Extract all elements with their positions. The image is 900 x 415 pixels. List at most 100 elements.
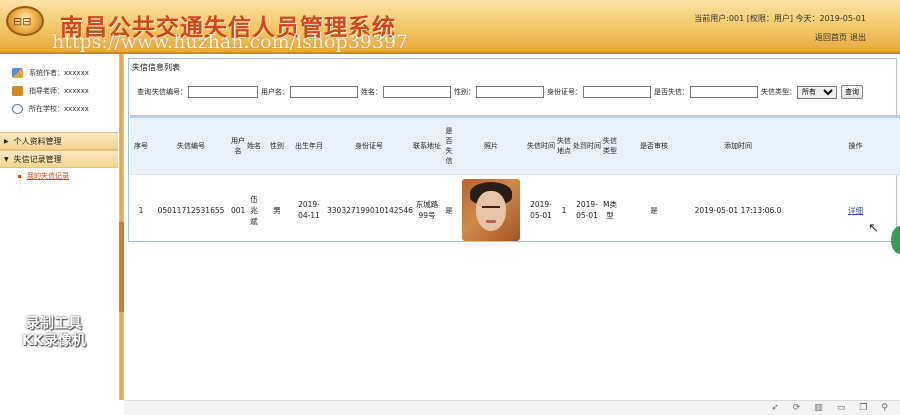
mouse-cursor-icon: ↖ [868,221,879,236]
logo-icon [6,6,44,36]
col-action: 操作 [786,115,900,175]
col-code: 失信编号 [152,115,230,175]
recorder-badge: 录制工具 KK录像机 [22,316,86,350]
author-text: 系统作者：xxxxxx [29,69,89,77]
photo-mouth [486,220,496,223]
code-input[interactable] [188,86,258,98]
home-link[interactable]: 返回首页 [815,33,847,42]
photo-eyes [482,206,500,211]
label-username: 用户名： [261,88,289,96]
cell-dishonest-place: 1 [556,174,572,245]
person-photo [462,179,520,241]
menu-records[interactable]: ▼ 失信记录管理 [0,150,118,168]
col-address: 联系地址 [412,115,442,175]
label-gender: 性别： [454,88,475,96]
col-birth: 出生年月 [292,115,326,175]
label-code: 失信编号： [152,88,187,96]
header: 南昌公共交通失信人员管理系统 https://www.huzhan.com/is… [0,0,900,54]
search-icon[interactable]: ⚲ [881,403,888,413]
panel-title: 失信信息列表 [132,63,180,72]
cell-reviewed: 是 [618,174,690,245]
label-idcard: 身份证号： [547,88,582,96]
gender-input[interactable] [476,86,544,98]
search-button[interactable]: 查询 [841,85,863,99]
col-dishonest-time: 失信时间 [526,115,556,175]
col-idcard: 身份证号 [326,115,412,175]
name-input[interactable] [383,86,451,98]
menu-records-label: 失信记录管理 [13,154,62,164]
triangle-right-icon: ▶ [4,137,9,145]
main-content: 失信信息列表 查询 失信编号： 用户名： 姓名： 性别： 身份证号： 是否失信：… [128,58,900,398]
col-penalty-time: 处罚时间 [572,115,602,175]
label-type: 失信类型： [761,88,796,96]
triangle-down-icon: ▼ [4,155,9,163]
bottom-toolbar: ➶ ⟳ ▥ ▭ ❐ ⚲ [124,400,900,415]
col-reviewed: 是否审核 [618,115,690,175]
cell-added-time: 2019-05-01 17:13:06.0 [690,174,786,245]
menu-profile[interactable]: ▶ 个人资料管理 [0,132,118,150]
table-header-row: 序号 失信编号 用户名 姓名 性别 出生年月 身份证号 联系地址 是否失信 照片… [130,115,900,175]
menu-my-records[interactable]: 我的失信记录 [0,168,118,184]
refresh-icon[interactable]: ⟳ [793,403,801,413]
user-info: 当前用户:001 [权限：用户] 今天：2019-05-01 [694,14,866,23]
menu-profile-label: 个人资料管理 [13,136,62,146]
cell-code: 05011712531655 [152,174,230,245]
cell-photo [456,174,526,245]
search-bar: 查询 失信编号： 用户名： 姓名： 性别： 身份证号： 是否失信： 失信类型： … [137,85,863,99]
dishonest-input[interactable] [690,86,758,98]
col-gender: 性别 [262,115,292,175]
detail-link[interactable]: 详细 [848,206,863,215]
recorder-line-2: KK录像机 [22,333,86,349]
sidebar-info: 系统作者：xxxxxx 指导老师：xxxxxx 所在学校：xxxxxx [0,54,118,118]
school-row: 所在学校：xxxxxx [12,100,118,118]
col-photo: 照片 [456,115,526,175]
col-type: 失信类型 [602,115,618,175]
cell-username: 001 [230,174,246,245]
toolbar-icons: ➶ ⟳ ▥ ▭ ❐ ⚲ [771,403,888,413]
search-prefix: 查询 [137,88,151,96]
cell-penalty-time: 2019-05-01 [572,174,602,245]
recorder-line-1: 录制工具 [25,316,82,332]
author-row: 系统作者：xxxxxx [12,64,118,82]
cell-index: 1 [130,174,152,245]
username-input[interactable] [290,86,358,98]
photo-face [476,191,506,231]
teacher-icon [12,86,23,96]
table-row: 1 05011712531655 001 伍兆斌 男 2019-04-11 33… [130,174,900,245]
trash-icon[interactable]: ▥ [814,403,823,413]
copy-icon[interactable]: ❐ [859,403,867,413]
top-links: 返回首页 退出 [812,32,866,43]
cell-gender: 男 [262,174,292,245]
idcard-input[interactable] [583,86,651,98]
cell-idcard: 330327199010142546 [326,174,413,245]
col-index: 序号 [130,115,152,175]
bullet-icon [18,174,21,178]
watermark-text: https://www.huzhan.com/ishop39397 [52,31,409,53]
cell-action: 详细 [786,174,900,245]
cell-address: 东城路99号 [412,174,442,245]
rocket-icon[interactable]: ➶ [771,403,779,413]
type-select[interactable]: 所有 [797,85,837,99]
menu-my-records-label: 我的失信记录 [27,172,69,180]
school-text: 所在学校：xxxxxx [29,105,89,113]
col-dishonest: 是否失信 [442,115,456,175]
cell-type: M类型 [602,174,618,245]
logout-link[interactable]: 退出 [850,33,866,42]
people-icon [12,68,23,78]
label-name: 姓名： [361,88,382,96]
col-dishonest-place: 失信地点 [556,115,572,175]
cell-dishonest: 是 [442,174,456,245]
teacher-text: 指导老师：xxxxxx [29,87,89,95]
sidebar-splitter[interactable] [119,54,124,400]
col-username: 用户名 [230,115,246,175]
cell-dishonest-time: 2019-05-01 [526,174,556,245]
col-added-time: 添加时间 [690,115,786,175]
cell-birth: 2019-04-11 [292,174,326,245]
label-dishonest: 是否失信： [654,88,689,96]
school-icon [12,104,23,114]
col-name: 姓名 [246,115,262,175]
teacher-row: 指导老师：xxxxxx [12,82,118,100]
window-icon[interactable]: ▭ [837,403,846,413]
records-table: 序号 失信编号 用户名 姓名 性别 出生年月 身份证号 联系地址 是否失信 照片… [130,115,900,245]
records-panel: 失信信息列表 查询 失信编号： 用户名： 姓名： 性别： 身份证号： 是否失信：… [128,58,900,245]
